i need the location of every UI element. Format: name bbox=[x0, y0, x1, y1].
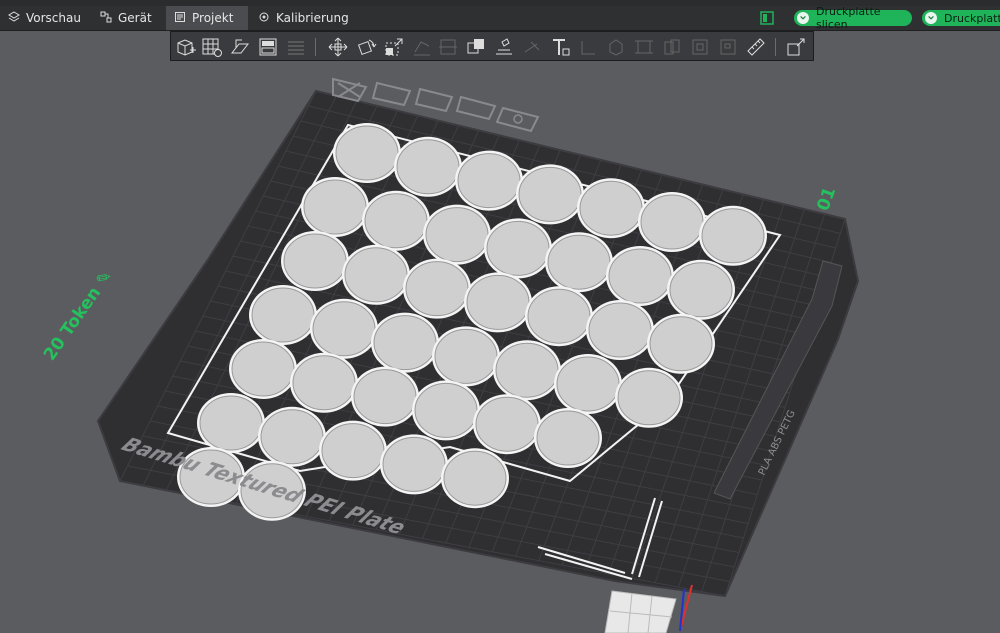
token[interactable] bbox=[396, 139, 460, 195]
top-navbar: Vorschau Gerät Projekt Kalibrierung Druc… bbox=[0, 5, 1000, 31]
project-icon bbox=[174, 11, 186, 26]
token[interactable] bbox=[556, 356, 620, 412]
gear-icon bbox=[513, 114, 523, 124]
calibration-icon bbox=[258, 11, 270, 26]
slice-plate-button[interactable]: Druckplatte slicen bbox=[794, 5, 912, 31]
token[interactable] bbox=[382, 436, 446, 492]
move-icon[interactable] bbox=[327, 36, 349, 58]
ruler-icon[interactable] bbox=[745, 36, 767, 58]
rotate-icon[interactable] bbox=[355, 36, 377, 58]
token[interactable] bbox=[466, 274, 530, 330]
token[interactable] bbox=[321, 423, 385, 479]
lock-plate-icon[interactable] bbox=[455, 95, 497, 121]
tab-geraet[interactable]: Gerät bbox=[92, 6, 164, 30]
token[interactable] bbox=[335, 125, 399, 181]
layers-icon bbox=[8, 10, 20, 26]
tab-label: Vorschau bbox=[26, 11, 81, 25]
boolean-icon[interactable] bbox=[465, 36, 487, 58]
auto-orient-plate-icon[interactable] bbox=[371, 81, 412, 107]
arrange-plate-icon[interactable] bbox=[414, 87, 454, 113]
print-plate-button[interactable]: Druckplatte bbox=[922, 10, 1000, 26]
token[interactable] bbox=[443, 450, 507, 506]
token[interactable] bbox=[457, 153, 521, 209]
token[interactable] bbox=[312, 301, 376, 357]
orient-icon[interactable] bbox=[229, 36, 251, 58]
token[interactable] bbox=[701, 208, 765, 264]
token[interactable] bbox=[414, 382, 478, 438]
token[interactable] bbox=[579, 180, 643, 236]
token[interactable] bbox=[475, 396, 539, 452]
chevron-down-icon[interactable] bbox=[797, 12, 809, 24]
token[interactable] bbox=[486, 220, 550, 276]
split-parts-icon[interactable] bbox=[689, 36, 711, 58]
mesh-edit-icon[interactable] bbox=[785, 36, 807, 58]
token[interactable] bbox=[495, 342, 559, 398]
token[interactable] bbox=[364, 193, 428, 249]
token[interactable] bbox=[617, 370, 681, 426]
tab-label: Kalibrierung bbox=[276, 11, 349, 25]
token[interactable] bbox=[373, 315, 437, 371]
print-plate-label: Druckplatte bbox=[944, 11, 1000, 25]
add-plate-icon[interactable] bbox=[201, 36, 223, 58]
token[interactable] bbox=[640, 194, 704, 250]
token[interactable] bbox=[608, 248, 672, 304]
chevron-down-icon[interactable] bbox=[925, 12, 937, 24]
object-toolbar bbox=[170, 31, 814, 61]
split-objects-icon[interactable] bbox=[661, 36, 683, 58]
plate-settings-icon[interactable] bbox=[495, 106, 540, 133]
token[interactable] bbox=[649, 316, 713, 372]
token[interactable] bbox=[283, 233, 347, 289]
token[interactable] bbox=[425, 207, 489, 263]
token[interactable] bbox=[669, 262, 733, 318]
3d-viewport[interactable]: PLA ABS PETG Bambu Textured PEI Plate 20… bbox=[0, 61, 1000, 633]
token[interactable] bbox=[547, 234, 611, 290]
token[interactable] bbox=[303, 179, 367, 235]
token[interactable] bbox=[405, 261, 469, 317]
token[interactable] bbox=[251, 287, 315, 343]
assembly-icon[interactable] bbox=[605, 36, 627, 58]
token[interactable] bbox=[536, 410, 600, 466]
toolbar-separator bbox=[775, 38, 776, 56]
token[interactable] bbox=[199, 395, 263, 451]
slice-plate-label: Druckplatte slicen bbox=[816, 5, 881, 31]
tab-vorschau[interactable]: Vorschau bbox=[0, 6, 88, 30]
tab-kalibrierung[interactable]: Kalibrierung bbox=[250, 6, 349, 30]
support-paint-icon[interactable] bbox=[493, 36, 515, 58]
device-icon bbox=[100, 11, 112, 26]
tab-label: Gerät bbox=[118, 11, 152, 25]
seam-paint-icon[interactable] bbox=[521, 36, 543, 58]
lay-on-face-icon[interactable] bbox=[411, 36, 433, 58]
scale-icon[interactable] bbox=[383, 36, 405, 58]
token[interactable] bbox=[292, 355, 356, 411]
text-icon[interactable] bbox=[549, 36, 571, 58]
toolbar-separator bbox=[315, 38, 316, 56]
tab-label: Projekt bbox=[192, 11, 234, 25]
token[interactable] bbox=[588, 302, 652, 358]
token[interactable] bbox=[434, 328, 498, 384]
measure-icon[interactable] bbox=[577, 36, 599, 58]
add-object-icon[interactable] bbox=[175, 36, 197, 58]
arrange-icon[interactable] bbox=[257, 36, 279, 58]
token[interactable] bbox=[344, 247, 408, 303]
close-icon-cross bbox=[337, 82, 361, 98]
layers-stack-icon[interactable] bbox=[285, 36, 307, 58]
fit-view-icon[interactable] bbox=[633, 36, 655, 58]
token[interactable] bbox=[518, 166, 582, 222]
token[interactable] bbox=[527, 288, 591, 344]
token[interactable] bbox=[231, 341, 295, 397]
split-view-icon[interactable] bbox=[760, 10, 774, 26]
tab-projekt[interactable]: Projekt bbox=[166, 6, 248, 30]
build-plate-canvas[interactable]: PLA ABS PETG Bambu Textured PEI Plate bbox=[0, 61, 1000, 633]
token[interactable] bbox=[260, 409, 324, 465]
variable-layer-icon[interactable] bbox=[717, 36, 739, 58]
cut-icon[interactable] bbox=[437, 36, 459, 58]
token[interactable] bbox=[353, 369, 417, 425]
